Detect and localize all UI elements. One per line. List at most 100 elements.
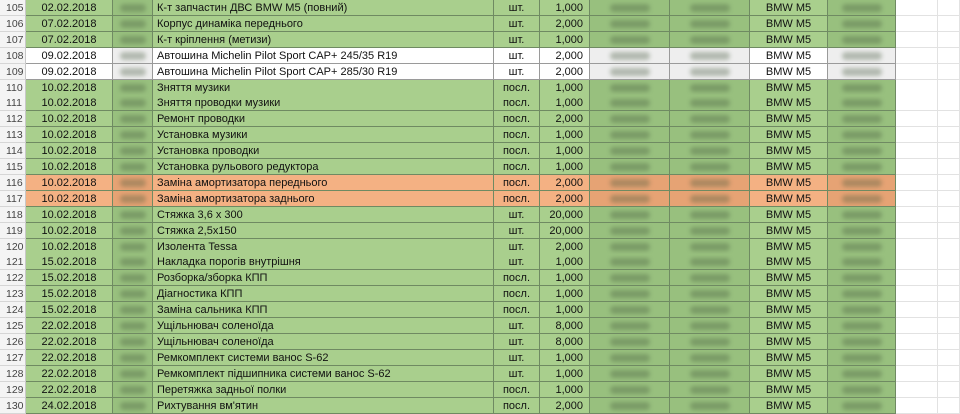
empty-cell[interactable] xyxy=(938,222,960,239)
date-cell[interactable]: 15.02.2018 xyxy=(26,286,113,303)
blurred-cell[interactable] xyxy=(590,270,670,287)
blurred-cell[interactable] xyxy=(113,333,153,350)
date-cell[interactable]: 07.02.2018 xyxy=(26,15,113,32)
car-model-cell[interactable]: BMW M5 xyxy=(750,79,828,96)
blurred-cell[interactable] xyxy=(590,63,670,80)
car-model-cell[interactable]: BMW M5 xyxy=(750,190,828,207)
date-cell[interactable]: 22.02.2018 xyxy=(26,381,113,398)
quantity-cell[interactable]: 1,000 xyxy=(540,159,590,175)
blurred-cell[interactable] xyxy=(113,222,153,239)
blurred-cell[interactable] xyxy=(590,111,670,128)
blurred-cell[interactable] xyxy=(113,15,153,32)
item-name-cell[interactable]: Стяжка 3,6 х 300 xyxy=(153,206,494,223)
quantity-cell[interactable]: 1,000 xyxy=(540,349,590,366)
quantity-cell[interactable]: 2,000 xyxy=(540,47,590,64)
empty-cell[interactable] xyxy=(938,79,960,96)
date-cell[interactable]: 15.02.2018 xyxy=(26,254,113,271)
item-name-cell[interactable]: Стяжка 2,5х150 xyxy=(153,222,494,239)
unit-cell[interactable]: шт. xyxy=(494,365,540,382)
item-name-cell[interactable]: Заміна амортизатора переднього xyxy=(153,174,494,191)
car-model-cell[interactable]: BMW M5 xyxy=(750,254,828,271)
empty-cell[interactable] xyxy=(896,15,938,32)
blurred-cell[interactable] xyxy=(670,318,750,334)
empty-cell[interactable] xyxy=(938,190,960,207)
blurred-cell[interactable] xyxy=(670,143,750,160)
item-name-cell[interactable]: Ремонт проводки xyxy=(153,111,494,128)
blurred-cell[interactable] xyxy=(670,159,750,175)
blurred-cell[interactable] xyxy=(828,333,896,350)
date-cell[interactable]: 09.02.2018 xyxy=(26,47,113,64)
blurred-cell[interactable] xyxy=(670,254,750,271)
blurred-cell[interactable] xyxy=(113,111,153,128)
blurred-cell[interactable] xyxy=(590,143,670,160)
empty-cell[interactable] xyxy=(896,381,938,398)
car-model-cell[interactable]: BMW M5 xyxy=(750,238,828,255)
empty-cell[interactable] xyxy=(938,333,960,350)
blurred-cell[interactable] xyxy=(113,381,153,398)
car-model-cell[interactable]: BMW M5 xyxy=(750,159,828,175)
blurred-cell[interactable] xyxy=(828,286,896,303)
car-model-cell[interactable]: BMW M5 xyxy=(750,381,828,398)
blurred-cell[interactable] xyxy=(113,159,153,175)
quantity-cell[interactable]: 1,000 xyxy=(540,143,590,160)
blurred-cell[interactable] xyxy=(670,79,750,96)
quantity-cell[interactable]: 2,000 xyxy=(540,397,590,414)
blurred-cell[interactable] xyxy=(828,31,896,48)
quantity-cell[interactable]: 2,000 xyxy=(540,63,590,80)
blurred-cell[interactable] xyxy=(113,0,153,16)
blurred-cell[interactable] xyxy=(590,206,670,223)
item-name-cell[interactable]: Ущільнювач соленоїда xyxy=(153,318,494,334)
car-model-cell[interactable]: BMW M5 xyxy=(750,0,828,16)
empty-cell[interactable] xyxy=(938,0,960,16)
empty-cell[interactable] xyxy=(896,31,938,48)
blurred-cell[interactable] xyxy=(670,111,750,128)
quantity-cell[interactable]: 1,000 xyxy=(540,127,590,144)
blurred-cell[interactable] xyxy=(670,31,750,48)
unit-cell[interactable]: шт. xyxy=(494,15,540,32)
car-model-cell[interactable]: BMW M5 xyxy=(750,302,828,319)
car-model-cell[interactable]: BMW M5 xyxy=(750,111,828,128)
blurred-cell[interactable] xyxy=(670,381,750,398)
blurred-cell[interactable] xyxy=(670,365,750,382)
date-cell[interactable]: 24.02.2018 xyxy=(26,397,113,414)
blurred-cell[interactable] xyxy=(113,174,153,191)
blurred-cell[interactable] xyxy=(828,190,896,207)
empty-cell[interactable] xyxy=(896,222,938,239)
car-model-cell[interactable]: BMW M5 xyxy=(750,143,828,160)
date-cell[interactable]: 10.02.2018 xyxy=(26,190,113,207)
empty-cell[interactable] xyxy=(938,111,960,128)
unit-cell[interactable]: шт. xyxy=(494,63,540,80)
quantity-cell[interactable]: 1,000 xyxy=(540,286,590,303)
empty-cell[interactable] xyxy=(896,302,938,319)
blurred-cell[interactable] xyxy=(828,143,896,160)
date-cell[interactable]: 10.02.2018 xyxy=(26,143,113,160)
blurred-cell[interactable] xyxy=(590,333,670,350)
empty-cell[interactable] xyxy=(896,349,938,366)
empty-cell[interactable] xyxy=(896,318,938,334)
blurred-cell[interactable] xyxy=(670,397,750,414)
empty-cell[interactable] xyxy=(938,397,960,414)
blurred-cell[interactable] xyxy=(590,349,670,366)
date-cell[interactable]: 15.02.2018 xyxy=(26,270,113,287)
blurred-cell[interactable] xyxy=(590,302,670,319)
date-cell[interactable]: 22.02.2018 xyxy=(26,318,113,334)
car-model-cell[interactable]: BMW M5 xyxy=(750,206,828,223)
item-name-cell[interactable]: Ремкомплект системи ванос S-62 xyxy=(153,349,494,366)
empty-cell[interactable] xyxy=(896,0,938,16)
empty-cell[interactable] xyxy=(896,111,938,128)
blurred-cell[interactable] xyxy=(113,238,153,255)
empty-cell[interactable] xyxy=(938,47,960,64)
car-model-cell[interactable]: BMW M5 xyxy=(750,349,828,366)
unit-cell[interactable]: посл. xyxy=(494,143,540,160)
blurred-cell[interactable] xyxy=(670,286,750,303)
blurred-cell[interactable] xyxy=(828,397,896,414)
blurred-cell[interactable] xyxy=(828,222,896,239)
item-name-cell[interactable]: Изолента Tessa xyxy=(153,238,494,255)
car-model-cell[interactable]: BMW M5 xyxy=(750,333,828,350)
car-model-cell[interactable]: BMW M5 xyxy=(750,127,828,144)
quantity-cell[interactable]: 1,000 xyxy=(540,270,590,287)
unit-cell[interactable]: посл. xyxy=(494,190,540,207)
empty-cell[interactable] xyxy=(896,190,938,207)
blurred-cell[interactable] xyxy=(590,222,670,239)
blurred-cell[interactable] xyxy=(113,254,153,271)
